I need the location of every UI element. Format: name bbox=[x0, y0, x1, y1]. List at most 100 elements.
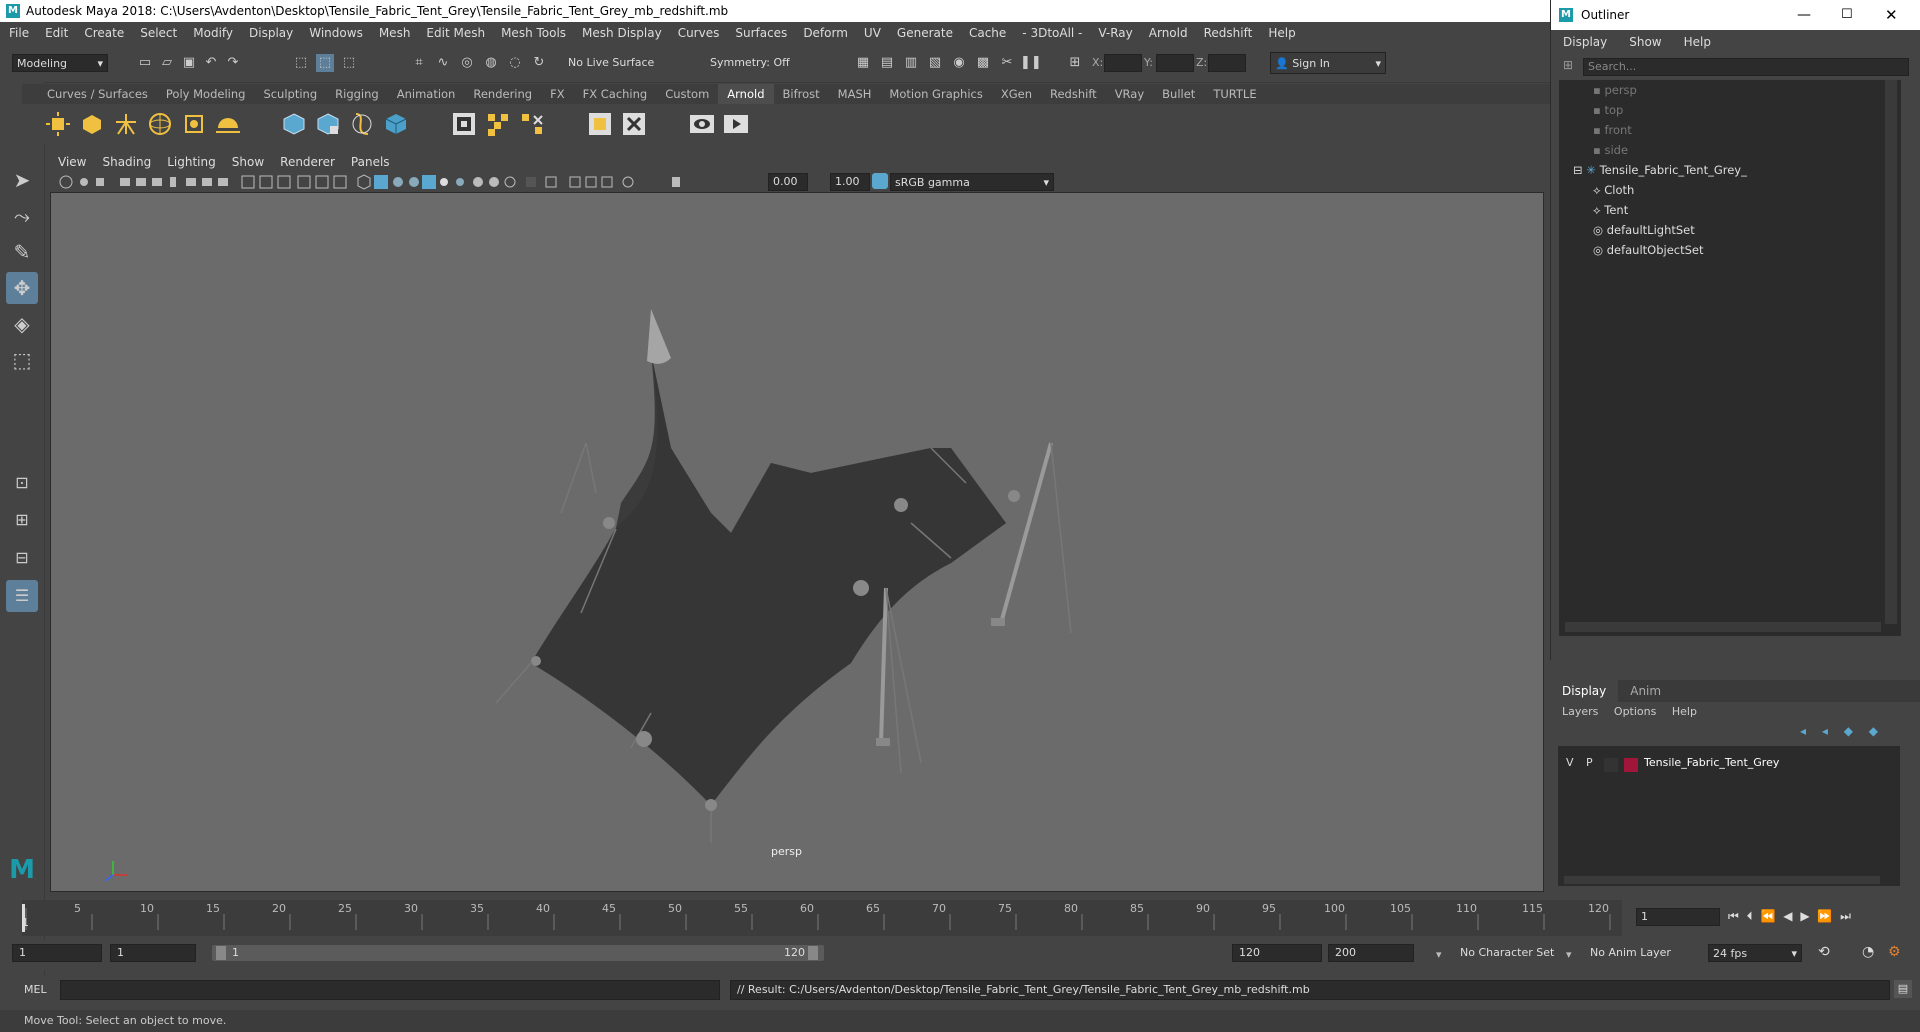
snap-rotate-icon[interactable]: ↻ bbox=[530, 54, 548, 72]
photometric-light-icon[interactable] bbox=[112, 110, 140, 138]
gamma-field[interactable]: 1.00 bbox=[830, 173, 870, 191]
menu-3dtoall[interactable]: - 3DtoAll - bbox=[1022, 26, 1082, 40]
hypershade-icon[interactable]: ◉ bbox=[950, 54, 968, 72]
four-view-icon[interactable]: ⊞ bbox=[6, 504, 38, 536]
outliner-item-default-object-set[interactable]: ◎ defaultObjectSet bbox=[1593, 240, 1704, 260]
step-forward-key-icon[interactable]: ⏩ bbox=[1817, 909, 1832, 923]
rotate-tool-icon[interactable]: ◈ bbox=[6, 308, 38, 340]
viewport-menu-view[interactable]: View bbox=[58, 155, 86, 169]
mode-dropdown[interactable]: Modeling ▾ bbox=[12, 54, 108, 72]
layer-row[interactable]: V P Tensile_Fabric_Tent_Grey bbox=[1562, 756, 1896, 774]
end-time-field[interactable]: 200 bbox=[1328, 944, 1414, 962]
save-scene-icon[interactable]: ▣ bbox=[180, 54, 198, 72]
menu-mesh-display[interactable]: Mesh Display bbox=[582, 26, 662, 40]
viewport-menu-renderer[interactable]: Renderer bbox=[280, 155, 335, 169]
step-back-icon[interactable]: ⏴ bbox=[1747, 909, 1753, 923]
menu-arnold[interactable]: Arnold bbox=[1149, 26, 1188, 40]
single-view-icon[interactable]: ⊡ bbox=[6, 467, 38, 499]
go-to-start-icon[interactable]: ⏮ bbox=[1728, 909, 1739, 923]
texture-icon[interactable] bbox=[620, 110, 648, 138]
scale-tool-icon[interactable]: ⬚ bbox=[6, 344, 38, 376]
shelf-tab[interactable]: VRay bbox=[1106, 84, 1153, 104]
layer-color-swatch[interactable] bbox=[1624, 758, 1638, 772]
outliner-item-side[interactable]: ▪ side bbox=[1593, 140, 1628, 160]
loop-icon[interactable]: ⟲ bbox=[1818, 944, 1830, 960]
mel-input[interactable] bbox=[60, 980, 720, 1000]
render-setup-icon[interactable]: ▩ bbox=[974, 54, 992, 72]
select-object-icon[interactable]: ⬚ bbox=[316, 54, 334, 72]
tab-display[interactable]: Display bbox=[1550, 680, 1619, 702]
sign-in-button[interactable]: 👤 Sign In ▾ bbox=[1270, 52, 1386, 74]
move-layer-down-icon[interactable]: ◂ bbox=[1822, 724, 1828, 738]
snap-curve-icon[interactable]: ∿ bbox=[434, 54, 452, 72]
menu-surfaces[interactable]: Surfaces bbox=[735, 26, 787, 40]
outliner-item-tent[interactable]: ⟡ Tent bbox=[1593, 200, 1628, 220]
range-slider-end-handle[interactable] bbox=[808, 946, 818, 960]
select-tool-icon[interactable]: ➤ bbox=[6, 164, 38, 196]
lasso-tool-icon[interactable]: ⤳ bbox=[6, 200, 38, 232]
render-settings-icon[interactable]: ▧ bbox=[926, 54, 944, 72]
outliner-menu-display[interactable]: Display bbox=[1563, 35, 1607, 49]
menu-redshift[interactable]: Redshift bbox=[1204, 26, 1253, 40]
playback-end-field[interactable]: 120 bbox=[1232, 944, 1322, 962]
render-icon[interactable] bbox=[450, 110, 478, 138]
shelf-tab-active[interactable]: Arnold bbox=[718, 84, 774, 104]
playback-start-field[interactable]: 1 bbox=[110, 944, 196, 962]
script-editor-icon[interactable]: ▤ bbox=[1894, 980, 1912, 998]
layer-type-toggle[interactable] bbox=[1604, 758, 1618, 772]
close-icon[interactable]: ✕ bbox=[1885, 0, 1898, 30]
move-tool-icon[interactable]: ✥ bbox=[6, 272, 38, 304]
filter-icon[interactable]: ⊞ bbox=[1563, 58, 1573, 72]
snap-view-icon[interactable]: ◍ bbox=[482, 54, 500, 72]
skydome-light-icon[interactable] bbox=[146, 110, 174, 138]
range-slider[interactable]: 1 120 bbox=[212, 945, 824, 961]
layer-menu-help[interactable]: Help bbox=[1672, 705, 1697, 718]
mesh-light-icon[interactable] bbox=[78, 110, 106, 138]
shelf-tab[interactable]: Rendering bbox=[464, 84, 541, 104]
portal-light-icon[interactable] bbox=[180, 110, 208, 138]
light-links-icon[interactable] bbox=[518, 110, 546, 138]
move-layer-up-icon[interactable]: ◂ bbox=[1800, 724, 1806, 738]
new-layer-selected-icon[interactable]: ◆ bbox=[1869, 724, 1878, 738]
shelf-tab[interactable]: Curves / Surfaces bbox=[38, 84, 157, 104]
menu-create[interactable]: Create bbox=[84, 26, 124, 40]
step-back-key-icon[interactable]: ⏪ bbox=[1760, 909, 1775, 923]
render-frame-icon[interactable]: ▤ bbox=[878, 54, 896, 72]
menu-generate[interactable]: Generate bbox=[897, 26, 953, 40]
shelf-tab[interactable]: Poly Modeling bbox=[157, 84, 255, 104]
anim-layer-dropdown[interactable]: No Anim Layer bbox=[1590, 946, 1671, 959]
light-manager-icon[interactable] bbox=[484, 110, 512, 138]
select-hierarchy-icon[interactable]: ⬚ bbox=[292, 54, 310, 72]
new-layer-icon[interactable]: ◆ bbox=[1844, 724, 1853, 738]
viewport-menu-show[interactable]: Show bbox=[232, 155, 264, 169]
color-space-dropdown[interactable]: sRGB gamma ▾ bbox=[890, 173, 1054, 191]
layer-visibility-toggle[interactable]: V bbox=[1566, 756, 1574, 769]
range-slider-start-handle[interactable] bbox=[216, 946, 226, 960]
paint-select-tool-icon[interactable]: ✎ bbox=[6, 236, 38, 268]
light-editor-icon[interactable]: ✂ bbox=[998, 54, 1016, 72]
menu-vray[interactable]: V-Ray bbox=[1098, 26, 1132, 40]
menu-mesh-tools[interactable]: Mesh Tools bbox=[501, 26, 566, 40]
snap-grid-icon[interactable]: ⌗ bbox=[410, 54, 428, 72]
layer-playback-toggle[interactable]: P bbox=[1586, 756, 1593, 769]
menu-mesh[interactable]: Mesh bbox=[379, 26, 411, 40]
menu-curves[interactable]: Curves bbox=[678, 26, 720, 40]
character-set-dropdown[interactable]: No Character Set bbox=[1460, 946, 1554, 959]
maximize-icon[interactable]: ☐ bbox=[1841, 0, 1853, 30]
undo-icon[interactable]: ↶ bbox=[202, 54, 220, 72]
viewport-menu-shading[interactable]: Shading bbox=[102, 155, 151, 169]
menu-edit[interactable]: Edit bbox=[45, 26, 68, 40]
shelf-tab[interactable]: MASH bbox=[829, 84, 881, 104]
start-time-field[interactable]: 1 bbox=[12, 944, 102, 962]
shelf-tab[interactable]: TURTLE bbox=[1204, 84, 1265, 104]
outliner-vertical-scrollbar[interactable] bbox=[1885, 80, 1897, 624]
new-scene-icon[interactable]: ▭ bbox=[136, 54, 154, 72]
material-icon[interactable] bbox=[586, 110, 614, 138]
export-standin-icon[interactable] bbox=[314, 110, 342, 138]
auto-key-icon[interactable]: ◔ bbox=[1862, 944, 1874, 960]
shelf-tab[interactable]: Custom bbox=[656, 84, 718, 104]
fps-dropdown[interactable]: 24 fps ▾ bbox=[1708, 944, 1802, 962]
shelf-tab[interactable]: FX bbox=[541, 84, 574, 104]
play-render-icon[interactable] bbox=[722, 110, 750, 138]
shelf-tab[interactable]: Motion Graphics bbox=[880, 84, 991, 104]
